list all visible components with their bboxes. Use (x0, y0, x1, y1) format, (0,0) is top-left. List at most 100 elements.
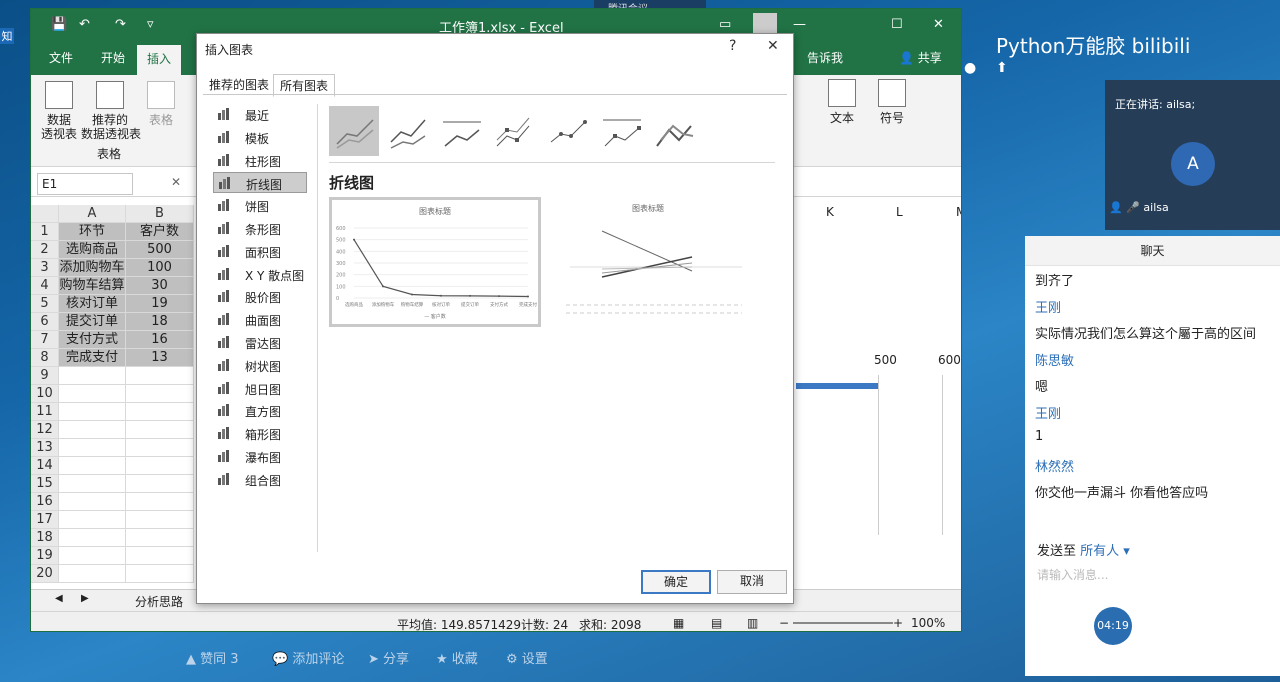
chart-category-item[interactable]: 条形图 (213, 218, 307, 239)
cell-b[interactable] (126, 547, 194, 565)
help-icon[interactable]: ? (729, 38, 736, 54)
chart-category-item[interactable]: 组合图 (213, 469, 307, 490)
cell-b[interactable]: 19 (126, 295, 194, 313)
cell-b[interactable] (126, 457, 194, 475)
3d-line-thumb[interactable] (649, 106, 699, 156)
row-header[interactable]: 4 (31, 277, 59, 295)
close-icon[interactable]: ✕ (933, 17, 944, 32)
line-subtype-thumb[interactable] (329, 106, 379, 156)
row-header[interactable]: 3 (31, 259, 59, 277)
table-button[interactable]: 表格 (143, 81, 179, 127)
meeting-icon-1[interactable]: ● (964, 60, 976, 76)
cancel-button[interactable]: 取消 (717, 570, 787, 594)
col-header-b[interactable]: B (126, 205, 194, 223)
cell-a[interactable]: 核对订单 (59, 295, 126, 313)
cell-a[interactable]: 购物车结算 (59, 277, 126, 295)
cell-b[interactable] (126, 565, 194, 583)
tab-file[interactable]: 文件 (49, 49, 73, 66)
minimize-icon[interactable]: — (793, 17, 806, 32)
favorite-button[interactable]: ★ 收藏 (436, 648, 478, 667)
row-header[interactable]: 19 (31, 547, 59, 565)
chart-category-item[interactable]: 直方图 (213, 400, 307, 421)
next-sheet-icon[interactable]: ▶ (81, 593, 89, 604)
cell-b[interactable] (126, 529, 194, 547)
cell-a[interactable] (59, 457, 126, 475)
save-icon[interactable]: 💾 (51, 17, 67, 32)
row-header[interactable]: 17 (31, 511, 59, 529)
cell-b[interactable]: 500 (126, 241, 194, 259)
chart-category-item[interactable]: 箱形图 (213, 423, 307, 444)
symbol-button[interactable]: 符号 (875, 79, 909, 125)
percent-markers-thumb[interactable] (597, 106, 647, 156)
row-header[interactable]: 9 (31, 367, 59, 385)
cell-a[interactable] (59, 547, 126, 565)
cell-a[interactable]: 选购商品 (59, 241, 126, 259)
cell-b[interactable]: 16 (126, 331, 194, 349)
chart-category-item[interactable]: 股价图 (213, 286, 307, 307)
customize-qat-icon[interactable]: ▿ (147, 17, 154, 32)
stacked-line-thumb[interactable] (383, 106, 433, 156)
cell-a[interactable] (59, 511, 126, 529)
chart-category-item[interactable]: 最近 (213, 104, 307, 125)
row-header[interactable]: 16 (31, 493, 59, 511)
page-layout-icon[interactable]: ▤ (711, 616, 722, 630)
chart-category-item[interactable]: 柱形图 (213, 150, 307, 171)
cell-a[interactable] (59, 475, 126, 493)
row-header[interactable]: 14 (31, 457, 59, 475)
settings-button[interactable]: ⚙ 设置 (506, 648, 548, 667)
chart-category-item[interactable]: 瀑布图 (213, 446, 307, 467)
tab-home[interactable]: 开始 (101, 49, 125, 66)
row-header[interactable]: 13 (31, 439, 59, 457)
cell-a[interactable] (59, 421, 126, 439)
row-header[interactable]: 6 (31, 313, 59, 331)
pivot-table-button[interactable]: 数据 透视表 (39, 81, 79, 141)
undo-icon[interactable]: ↶ (79, 17, 90, 32)
share-bottom-button[interactable]: ➤ 分享 (368, 648, 409, 667)
cell-b[interactable]: 13 (126, 349, 194, 367)
cell-a[interactable]: 完成支付 (59, 349, 126, 367)
cell-b[interactable]: 客户数 (126, 223, 194, 241)
row-header[interactable]: 2 (31, 241, 59, 259)
chart-category-item[interactable]: X Y 散点图 (213, 264, 307, 285)
tab-insert[interactable]: 插入 (137, 45, 182, 75)
zoom-slider[interactable] (793, 622, 893, 624)
row-header[interactable]: 10 (31, 385, 59, 403)
tell-me-button[interactable]: 告诉我 (807, 49, 843, 66)
cell-b[interactable] (126, 511, 194, 529)
comment-button[interactable]: 💬 添加评论 (272, 648, 344, 667)
row-header[interactable]: 12 (31, 421, 59, 439)
chart-category-item[interactable]: 模板 (213, 127, 307, 148)
stacked-markers-thumb[interactable] (543, 106, 593, 156)
cell-a[interactable] (59, 493, 126, 511)
chart-category-item[interactable]: 曲面图 (213, 309, 307, 330)
cell-b[interactable]: 100 (126, 259, 194, 277)
ribbon-options-icon[interactable]: ▭ (719, 17, 731, 32)
percent-line-thumb[interactable] (437, 106, 487, 156)
recommended-pivot-button[interactable]: 推荐的 数据透视表 (81, 81, 141, 141)
line-markers-thumb[interactable] (489, 106, 539, 156)
zoom-in-icon[interactable]: + (893, 616, 903, 630)
send-to-value[interactable]: 所有人 (1080, 544, 1119, 559)
text-button[interactable]: 文本 (825, 79, 859, 125)
chart-category-item[interactable]: 折线图 (213, 172, 307, 194)
select-all-corner[interactable] (31, 205, 59, 223)
cancel-entry-icon[interactable]: ✕ (171, 175, 181, 189)
zoom-level[interactable]: 100% (911, 616, 945, 630)
prev-sheet-icon[interactable]: ◀ (55, 593, 63, 604)
cell-b[interactable] (126, 385, 194, 403)
row-header[interactable]: 15 (31, 475, 59, 493)
like-button[interactable]: ▲ 赞同 3 (186, 648, 239, 667)
cell-a[interactable] (59, 565, 126, 583)
chart-category-item[interactable]: 饼图 (213, 195, 307, 216)
row-header[interactable]: 18 (31, 529, 59, 547)
cell-a[interactable] (59, 385, 126, 403)
sheet-tab-analysis[interactable]: 分析思路 (135, 593, 183, 610)
cell-a[interactable]: 提交订单 (59, 313, 126, 331)
maximize-icon[interactable]: ☐ (891, 17, 903, 32)
chart-preview-1[interactable]: 图表标题 0 100 200 300 400 500 600 选购商品 添加购物车 购物车结算 核对… (329, 197, 541, 327)
row-header[interactable]: 1 (31, 223, 59, 241)
row-header[interactable]: 5 (31, 295, 59, 313)
row-header[interactable]: 8 (31, 349, 59, 367)
col-header-a[interactable]: A (59, 205, 126, 223)
row-header[interactable]: 7 (31, 331, 59, 349)
